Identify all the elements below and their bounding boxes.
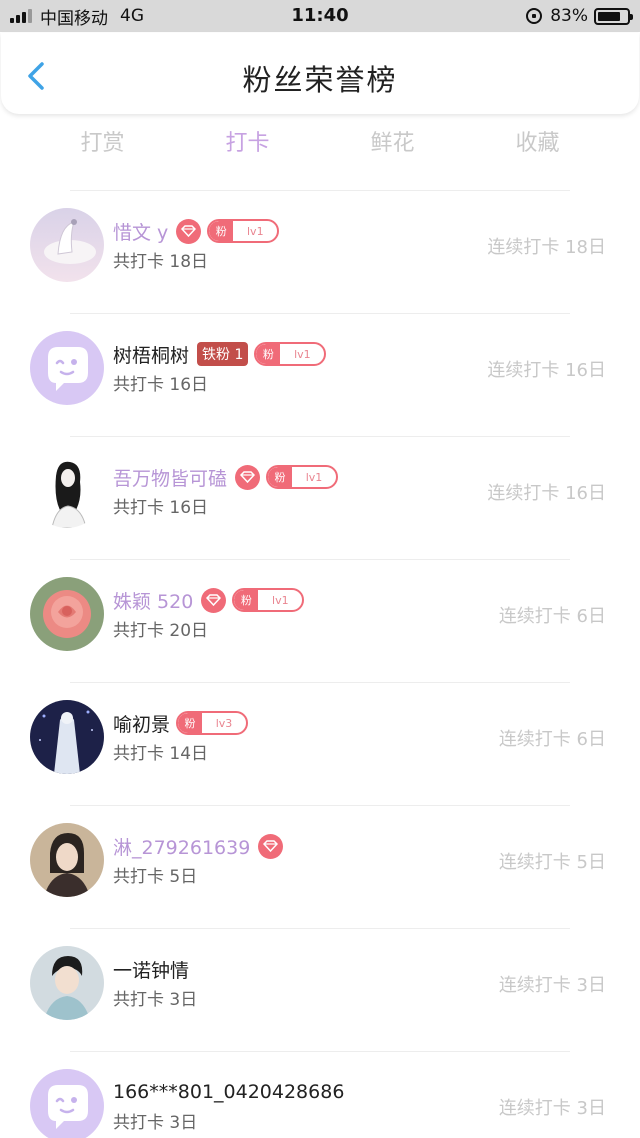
fan-label: 粉 <box>178 713 203 733</box>
list-item[interactable]: 惜文 y 粉 lv1 共打卡 18日 连续打卡 18日 <box>30 190 606 313</box>
streak-checkins: 连续打卡 6日 <box>498 729 606 750</box>
name-line: 惜文 y 粉 lv1 <box>113 217 280 245</box>
fan-level-badge: 粉 lv3 <box>176 711 249 735</box>
iron-fan-badge: 铁粉 1 <box>197 342 249 366</box>
avatar-portrait[interactable] <box>30 823 104 897</box>
page-title: 粉丝荣誉榜 <box>242 63 398 97</box>
list-item[interactable]: 姝颖 520 粉 lv1 共打卡 20日 连续打卡 6日 <box>30 559 606 682</box>
user-name[interactable]: 树梧桐树 <box>113 341 189 368</box>
battery-icon <box>594 7 633 25</box>
total-checkins: 共打卡 20日 <box>113 621 209 641</box>
name-line: 喻初景 粉 lv3 <box>113 709 249 737</box>
fan-label: 粉 <box>209 221 234 241</box>
fan-label: 粉 <box>256 344 281 364</box>
diamond-icon <box>176 218 202 244</box>
streak-checkins: 连续打卡 5日 <box>498 852 606 873</box>
user-name[interactable]: 吾万物皆可磕 <box>113 464 227 491</box>
header-bar: 粉丝荣誉榜 <box>1 33 639 114</box>
fan-level: lv1 <box>247 224 264 238</box>
total-checkins: 共打卡 14日 <box>113 744 209 764</box>
name-line: 吾万物皆可磕 粉 lv1 <box>113 463 339 491</box>
rotation-lock-icon <box>526 8 543 24</box>
streak-checkins: 连续打卡 16日 <box>487 360 606 381</box>
fan-level: lv1 <box>272 593 289 607</box>
list-item[interactable]: 吾万物皆可磕 粉 lv1 共打卡 16日 连续打卡 16日 <box>30 436 606 559</box>
name-line: 166***801_0420428686 <box>113 1078 344 1106</box>
list-item[interactable]: 166***801_0420428686 共打卡 3日 连续打卡 3日 <box>30 1051 606 1138</box>
diamond-icon <box>201 587 227 613</box>
list-item[interactable]: 喻初景 粉 lv3 共打卡 14日 连续打卡 6日 <box>30 682 606 805</box>
fan-level-badge: 粉 lv1 <box>232 588 305 612</box>
fan-level-badge: 粉 lv1 <box>266 465 339 489</box>
avatar-boy[interactable] <box>30 946 104 1020</box>
user-name[interactable]: 姝颖 520 <box>113 587 193 614</box>
streak-checkins: 连续打卡 18日 <box>487 237 606 258</box>
fan-list: 惜文 y 粉 lv1 共打卡 18日 连续打卡 18日 树梧桐树 铁粉 1 粉 … <box>0 190 640 1138</box>
tab-favorites[interactable]: 收藏 <box>465 124 610 164</box>
user-name[interactable]: 喻初景 <box>113 710 170 737</box>
streak-checkins: 连续打卡 6日 <box>498 606 606 627</box>
name-line: 姝颖 520 粉 lv1 <box>113 586 305 614</box>
user-name[interactable]: 淋_279261639 <box>113 833 250 860</box>
fan-level-badge: 粉 lv1 <box>254 342 327 366</box>
avatar-night[interactable] <box>30 700 104 774</box>
name-line: 一诺钟情 <box>113 955 189 983</box>
user-name[interactable]: 166***801_0420428686 <box>113 1081 344 1103</box>
tab-tip[interactable]: 打赏 <box>30 124 175 164</box>
battery-percent: 83% <box>550 6 588 26</box>
tab-bar: 打赏 打卡 鲜花 收藏 <box>30 124 610 164</box>
total-checkins: 共打卡 18日 <box>113 252 209 272</box>
total-checkins: 共打卡 5日 <box>113 867 198 887</box>
user-name[interactable]: 惜文 y <box>113 218 168 245</box>
list-item[interactable]: 一诺钟情 共打卡 3日 连续打卡 3日 <box>30 928 606 1051</box>
total-checkins: 共打卡 3日 <box>113 1113 198 1133</box>
diamond-icon <box>258 833 284 859</box>
avatar-default[interactable] <box>30 1069 104 1138</box>
user-name[interactable]: 一诺钟情 <box>113 956 189 983</box>
total-checkins: 共打卡 16日 <box>113 498 209 518</box>
list-item[interactable]: 树梧桐树 铁粉 1 粉 lv1 共打卡 16日 连续打卡 16日 <box>30 313 606 436</box>
status-right: 83% <box>526 0 633 32</box>
streak-checkins: 连续打卡 3日 <box>498 1098 606 1119</box>
diamond-icon <box>235 464 261 490</box>
fan-level: lv1 <box>305 470 323 484</box>
tab-flowers[interactable]: 鲜花 <box>320 124 465 164</box>
fan-level-badge: 粉 lv1 <box>207 219 280 243</box>
name-line: 树梧桐树 铁粉 1 粉 lv1 <box>113 340 327 368</box>
fan-label: 粉 <box>268 467 293 487</box>
avatar-sketch[interactable] <box>30 454 104 528</box>
total-checkins: 共打卡 3日 <box>113 990 198 1010</box>
streak-checkins: 连续打卡 16日 <box>487 483 606 504</box>
avatar-peacock[interactable] <box>30 208 104 282</box>
list-item[interactable]: 淋_279261639 共打卡 5日 连续打卡 5日 <box>30 805 606 928</box>
fan-level: lv1 <box>294 347 311 361</box>
avatar-default[interactable] <box>30 331 104 405</box>
status-bar: 中国移动 4G 11:40 83% <box>0 0 640 32</box>
total-checkins: 共打卡 16日 <box>113 375 209 395</box>
fan-label: 粉 <box>234 590 259 610</box>
streak-checkins: 连续打卡 3日 <box>498 975 606 996</box>
tab-checkin[interactable]: 打卡 <box>175 124 320 164</box>
avatar-rose[interactable] <box>30 577 104 651</box>
fan-level: lv3 <box>215 716 233 730</box>
name-line: 淋_279261639 <box>113 832 284 860</box>
